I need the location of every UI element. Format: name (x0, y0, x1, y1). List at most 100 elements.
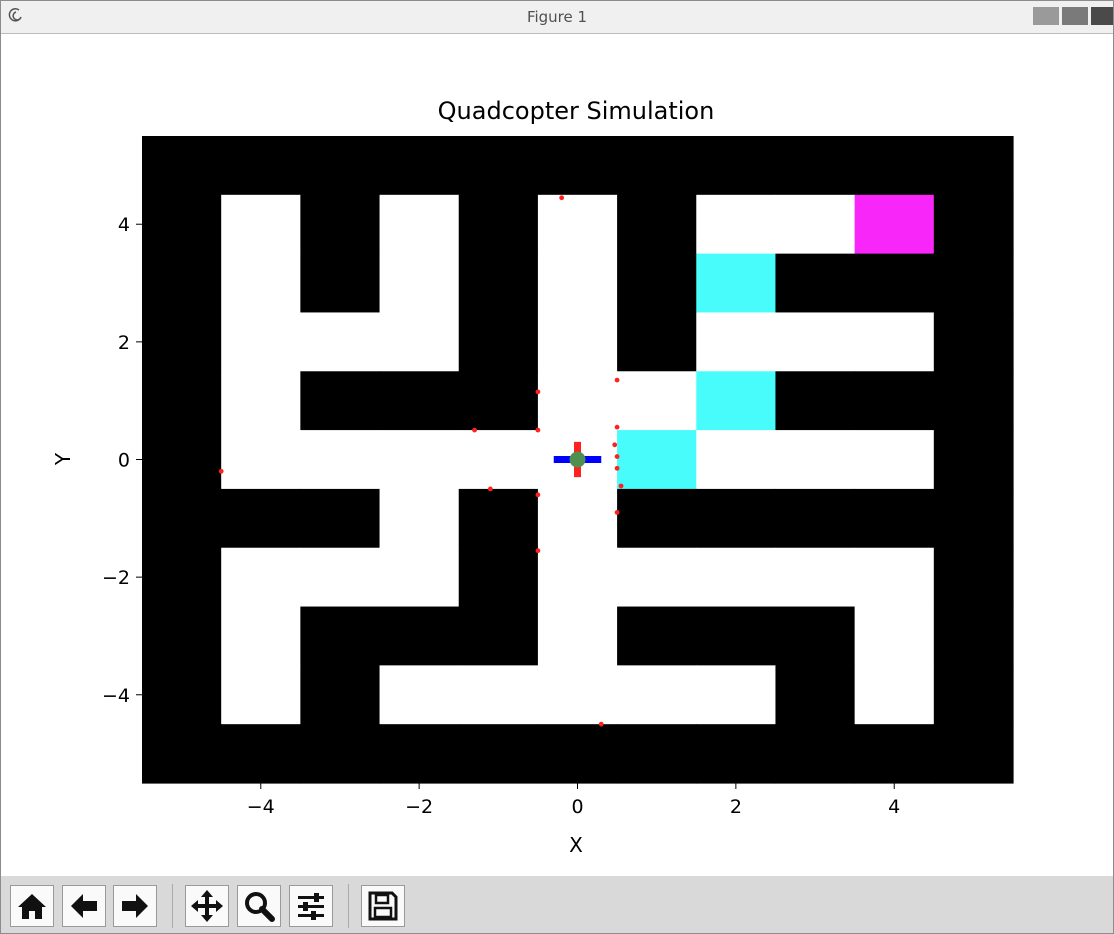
chart: Quadcopter Simulation −4 −2 0 2 4 −4−2024 X … (51, 97, 1014, 857)
maze-cell-free (617, 665, 697, 725)
sensor-point (598, 721, 604, 727)
sensor-point (614, 377, 620, 383)
maze-cell-wall (458, 488, 539, 549)
maze-cell-wall (458, 194, 539, 255)
maze-cell-free (537, 253, 618, 314)
pan-button[interactable] (185, 885, 229, 927)
y-tick-label: 4 (118, 214, 130, 236)
maze-cell-wall (933, 606, 1014, 666)
toolbar-separator (348, 884, 349, 928)
maze-cell-wall (617, 312, 697, 372)
maze-cell-wall (537, 724, 618, 784)
maze-cell-wall (775, 488, 856, 549)
maze-cell-wall (300, 606, 381, 666)
maze-cell-wall (300, 194, 381, 255)
save-icon (368, 891, 398, 921)
maze-cell-free (854, 312, 935, 372)
maze-cell-wall (775, 724, 856, 784)
maze-cell-wall (379, 606, 460, 666)
chart-title: Quadcopter Simulation (438, 97, 715, 125)
zoom-icon (245, 892, 275, 922)
sensor-point (218, 468, 224, 474)
y-tick-label: −4 (102, 685, 130, 707)
arrow-right-icon (122, 894, 148, 918)
sensor-point (535, 389, 541, 395)
x-tick-label: 0 (571, 796, 583, 818)
sensor-point (535, 492, 541, 498)
maze-cell-wall (142, 194, 222, 255)
figure-window: Figure 1 Quadcopter Simulation −4 −2 0 2 4 −… (0, 0, 1114, 934)
maze-cell-wall (458, 312, 539, 372)
figure-canvas[interactable]: Quadcopter Simulation −4 −2 0 2 4 −4 −2 0 2 4 X … (1, 34, 1113, 876)
maze-cell-free (696, 547, 777, 608)
maze-cell-free (379, 430, 460, 490)
x-tick-label: −4 (247, 796, 275, 818)
maze-cell-wall (142, 136, 222, 196)
maze-cell-wall (300, 136, 381, 196)
sensor-point (535, 427, 541, 433)
minimize-button[interactable] (1033, 7, 1059, 25)
maze-cell-free (696, 194, 777, 255)
maze-cell-wall (142, 547, 222, 608)
maze-cell-wall (933, 371, 1014, 431)
maze-cell-goal (854, 194, 935, 255)
maze-cell-wall (458, 371, 539, 431)
x-tick-label: −2 (405, 796, 433, 818)
maze-cell-wall (933, 488, 1014, 549)
maze-cell-wall (142, 253, 222, 314)
maze-cell-free (221, 253, 301, 314)
title-bar: Figure 1 (1, 1, 1113, 34)
maze-cell-wall (696, 606, 777, 666)
sliders-icon (298, 893, 324, 920)
save-button[interactable] (361, 885, 405, 927)
maze-cell-free (221, 312, 301, 372)
maze-cell-wall (221, 136, 301, 196)
maze-cell-free (221, 547, 301, 608)
maximize-button[interactable] (1062, 7, 1088, 25)
close-button[interactable] (1091, 7, 1113, 25)
maze-cell-wall (933, 312, 1014, 372)
maze-cell-free (775, 430, 856, 490)
maze-cell-free (537, 371, 618, 431)
maze-cell-wall (537, 136, 618, 196)
maze-cell-wall (775, 371, 856, 431)
maze-cell-wall (300, 371, 381, 431)
maze-cell-wall (300, 488, 381, 549)
zoom-button[interactable] (237, 885, 281, 927)
maze-cell-wall (458, 547, 539, 608)
maze-cell-wall (142, 488, 222, 549)
maze-cell-visited (617, 430, 697, 490)
sensor-point (614, 454, 620, 459)
y-axis-label: Y (51, 452, 75, 466)
maze-cell-wall (300, 253, 381, 314)
configure-subplots-button[interactable] (289, 885, 333, 927)
maze-cell-free (775, 194, 856, 255)
maze-cell-wall (617, 606, 697, 666)
sensor-point (614, 465, 620, 471)
maze-cell-wall (854, 371, 935, 431)
maze-cell-free (537, 194, 618, 255)
maze-cell-visited (696, 371, 777, 431)
maze-cell-free (458, 430, 539, 490)
maze-cell-wall (933, 547, 1014, 608)
arrow-left-icon (71, 894, 97, 918)
maze-cell-wall (854, 724, 935, 784)
maze-cell-wall (142, 665, 222, 725)
forward-button[interactable] (113, 885, 157, 927)
back-button[interactable] (62, 885, 106, 927)
maze-cell-wall (775, 665, 856, 725)
sensor-point (535, 548, 541, 554)
sensor-point (488, 486, 493, 492)
maze-cell-free (458, 665, 539, 725)
y-tick-label: 2 (118, 332, 130, 354)
maze-cell-wall (458, 136, 539, 196)
sensor-point (614, 510, 620, 515)
maze-cell-wall (379, 724, 460, 784)
home-button[interactable] (10, 885, 54, 927)
maze-cell-free (379, 488, 460, 549)
move-icon (191, 890, 223, 922)
sensor-point (614, 424, 620, 430)
maze-cell-wall (142, 606, 222, 666)
maze-cell-wall (458, 724, 539, 784)
maze-cell-free (379, 253, 460, 314)
